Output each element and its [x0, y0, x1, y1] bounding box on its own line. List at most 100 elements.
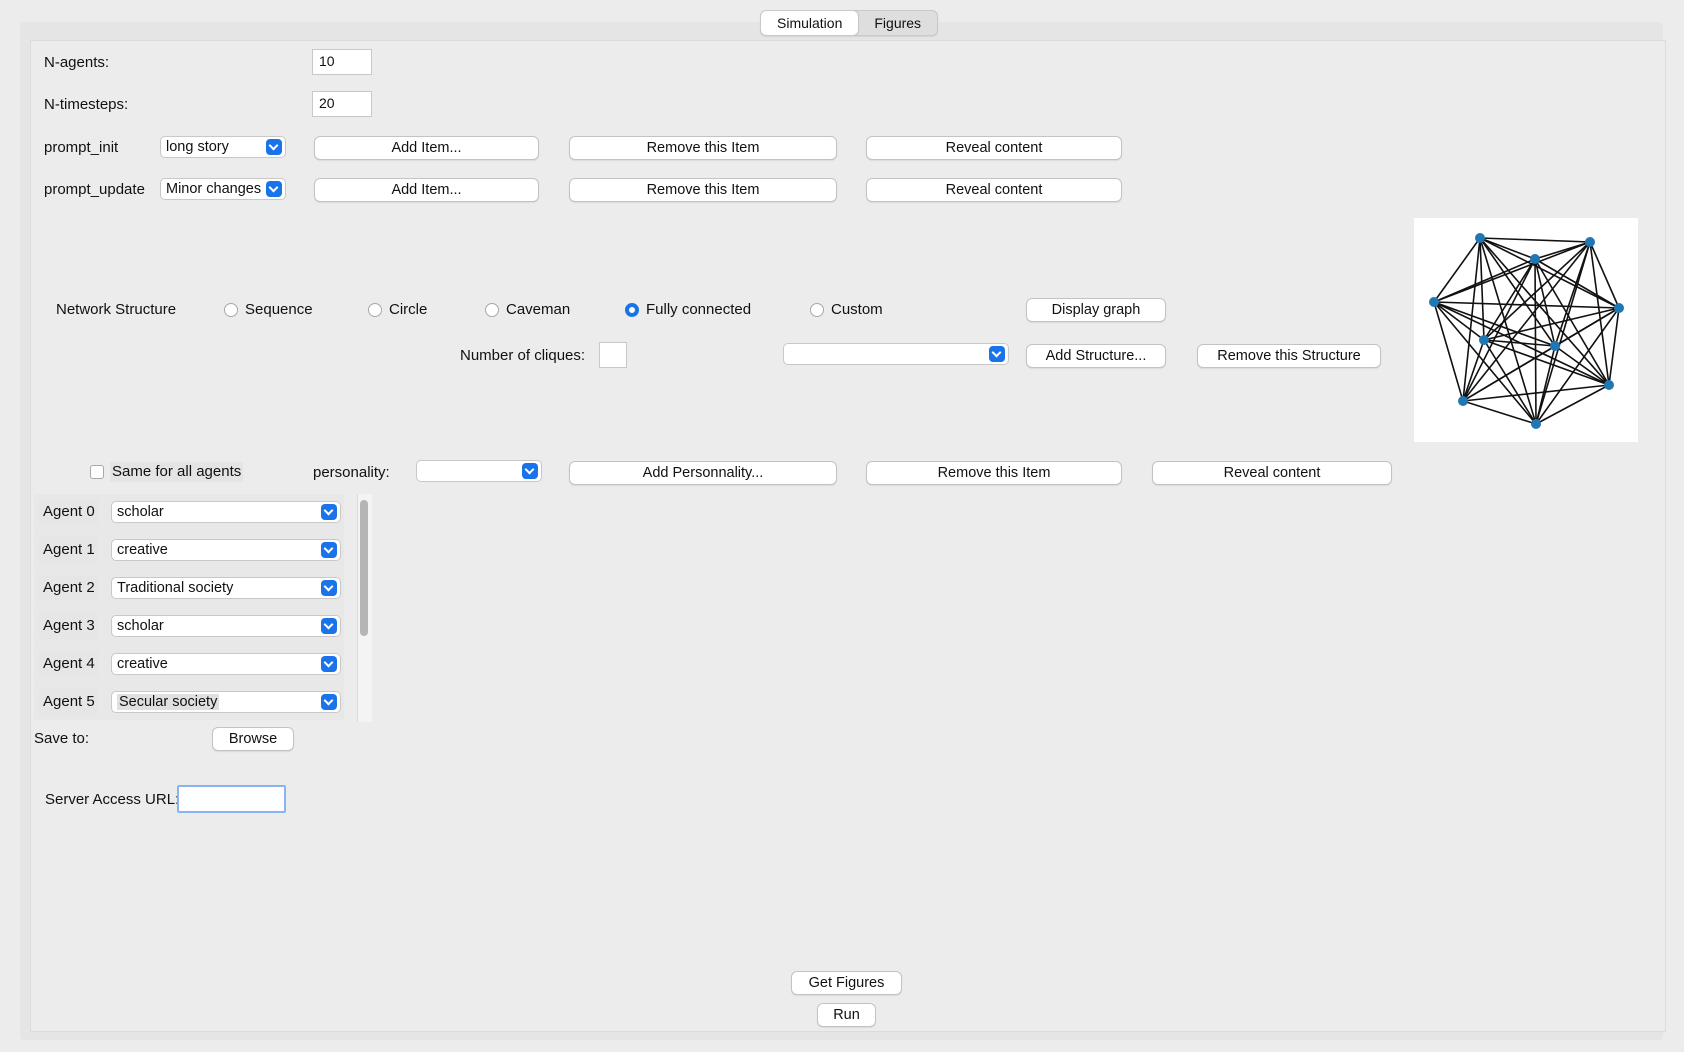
same-for-all-checkbox[interactable] — [90, 465, 104, 479]
tab-simulation[interactable]: Simulation — [761, 11, 859, 35]
list-item: Agent 2 Traditional society — [38, 573, 343, 603]
chevron-down-icon — [321, 618, 337, 634]
chevron-down-icon — [321, 694, 337, 710]
graph-node — [1530, 254, 1540, 264]
prompt-init-select[interactable]: long story — [160, 136, 286, 158]
add-structure-button[interactable]: Add Structure... — [1026, 344, 1166, 368]
server-url-label: Server Access URL: — [45, 791, 180, 808]
agent-personality-select[interactable]: Secular society — [111, 691, 341, 713]
save-to-label: Save to: — [34, 730, 90, 747]
agent-list-scroll-thumb[interactable] — [360, 500, 368, 636]
chevron-down-icon — [321, 504, 337, 520]
graph-node — [1531, 419, 1541, 429]
network-graph-canvas — [1429, 233, 1624, 429]
graph-node — [1585, 237, 1595, 247]
agent-personality-value: Secular society — [117, 694, 220, 710]
radio-sequence-label: Sequence — [245, 301, 313, 318]
structure-select[interactable] — [783, 343, 1009, 365]
n-timesteps-input[interactable]: 20 — [312, 91, 372, 117]
display-graph-button[interactable]: Display graph — [1026, 298, 1166, 322]
tab-figures[interactable]: Figures — [858, 11, 937, 35]
n-agents-input[interactable]: 10 — [312, 49, 372, 75]
agent-personality-select[interactable]: creative — [111, 539, 341, 561]
agent-personality-select[interactable]: scholar — [111, 501, 341, 523]
agent-label: Agent 5 — [38, 689, 98, 715]
agent-label: Agent 3 — [38, 613, 98, 639]
remove-structure-button[interactable]: Remove this Structure — [1197, 344, 1381, 368]
prompt-init-value: long story — [166, 139, 229, 155]
agent-personality-value: scholar — [117, 504, 164, 520]
radio-fully-connected-circle[interactable] — [625, 303, 639, 317]
graph-node — [1550, 341, 1560, 351]
radio-caveman-label: Caveman — [506, 301, 571, 318]
prompt-update-select[interactable]: Minor changes — [160, 178, 286, 200]
network-structure-label: Network Structure — [56, 301, 177, 318]
radio-circle-label: Circle — [389, 301, 428, 318]
personality-select[interactable] — [416, 460, 542, 482]
agent-label: Agent 2 — [38, 575, 98, 601]
graph-edge — [1483, 339, 1537, 425]
graph-edge — [1534, 258, 1610, 386]
run-button[interactable]: Run — [817, 1003, 876, 1027]
network-graph-preview — [1414, 218, 1638, 442]
agent-personality-select[interactable]: Traditional society — [111, 577, 341, 599]
list-item: Agent 3 scholar — [38, 611, 343, 641]
browse-button[interactable]: Browse — [212, 727, 294, 751]
list-item: Agent 4 creative — [38, 649, 343, 679]
tab-bar: Simulation Figures — [760, 10, 939, 36]
agent-personality-value: creative — [117, 656, 168, 672]
graph-edge — [1535, 241, 1591, 425]
graph-edge — [1535, 384, 1610, 425]
graph-edge — [1433, 301, 1620, 309]
radio-sequence-circle[interactable] — [224, 303, 238, 317]
server-url-input[interactable] — [177, 785, 286, 813]
n-timesteps-label: N-timesteps: — [44, 96, 129, 113]
agent-personality-value: creative — [117, 542, 168, 558]
graph-edge — [1534, 258, 1537, 425]
graph-node — [1479, 335, 1489, 345]
agent-personality-select[interactable]: scholar — [111, 615, 341, 637]
same-for-all-label: Same for all agents — [110, 462, 244, 482]
prompt-update-remove-button[interactable]: Remove this Item — [569, 178, 837, 202]
agent-label: Agent 1 — [38, 537, 98, 563]
radio-custom-circle[interactable] — [810, 303, 824, 317]
prompt-init-add-button[interactable]: Add Item... — [314, 136, 539, 160]
reveal-personality-button[interactable]: Reveal content — [1152, 461, 1392, 485]
agent-label: Agent 4 — [38, 651, 98, 677]
agent-personality-value: Traditional society — [117, 580, 234, 596]
graph-edge — [1534, 258, 1620, 309]
graph-node — [1604, 380, 1614, 390]
graph-edge — [1433, 301, 1485, 341]
chevron-down-icon — [321, 656, 337, 672]
chevron-down-icon — [321, 580, 337, 596]
agent-label: Agent 0 — [38, 499, 98, 525]
graph-edge — [1479, 237, 1591, 243]
cliques-input[interactable] — [599, 342, 627, 368]
graph-node — [1429, 297, 1439, 307]
radio-caveman-circle[interactable] — [485, 303, 499, 317]
get-figures-button[interactable]: Get Figures — [791, 971, 902, 995]
graph-edge — [1462, 400, 1537, 425]
chevron-down-icon — [266, 139, 282, 155]
chevron-down-icon — [522, 463, 538, 479]
prompt-init-remove-button[interactable]: Remove this Item — [569, 136, 837, 160]
radio-circle-circle[interactable] — [368, 303, 382, 317]
radio-fully-connected-label: Fully connected — [646, 301, 752, 318]
chevron-down-icon — [321, 542, 337, 558]
add-personality-button[interactable]: Add Personnality... — [569, 461, 837, 485]
agent-personality-select[interactable]: creative — [111, 653, 341, 675]
chevron-down-icon — [266, 181, 282, 197]
graph-node — [1458, 396, 1468, 406]
chevron-down-icon — [989, 346, 1005, 362]
prompt-update-label: prompt_update — [44, 181, 145, 198]
n-agents-label: N-agents: — [44, 54, 110, 71]
remove-personality-button[interactable]: Remove this Item — [866, 461, 1122, 485]
list-item: Agent 5 Secular society — [38, 687, 343, 717]
prompt-init-reveal-button[interactable]: Reveal content — [866, 136, 1122, 160]
prompt-update-reveal-button[interactable]: Reveal content — [866, 178, 1122, 202]
list-item: Agent 1 creative — [38, 535, 343, 565]
radio-custom-label: Custom — [831, 301, 883, 318]
personality-label: personality: — [313, 464, 390, 481]
prompt-update-add-button[interactable]: Add Item... — [314, 178, 539, 202]
graph-edge — [1433, 301, 1464, 402]
